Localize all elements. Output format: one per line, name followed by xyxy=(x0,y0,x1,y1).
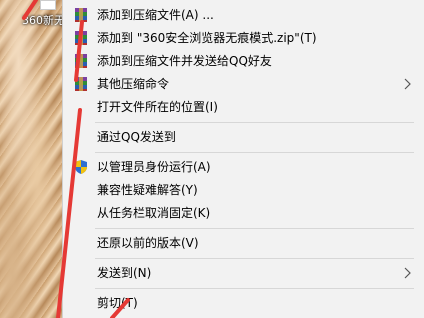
menu-separator xyxy=(95,152,414,153)
menu-item-label: 添加到压缩文件并发送给QQ好友 xyxy=(97,54,272,68)
menu-item-label: 兼容性疑难解答(Y) xyxy=(97,183,198,197)
menu-item-restore-previous-versions[interactable]: 还原以前的版本(V) xyxy=(63,232,424,254)
winrar-icon xyxy=(75,31,87,45)
menu-item-run-as-admin[interactable]: 以管理员身份运行(A) xyxy=(63,156,424,178)
menu-item-label: 添加到 "360安全浏览器无痕模式.zip"(T) xyxy=(97,31,317,45)
menu-item-label: 打开文件所在的位置(I) xyxy=(97,100,218,114)
chevron-right-icon xyxy=(404,78,411,90)
menu-item-send-via-qq[interactable]: 通过QQ发送到 xyxy=(63,126,424,148)
uac-shield-icon xyxy=(75,160,87,174)
context-menu: 添加到压缩文件(A) ... 添加到 "360安全浏览器无痕模式.zip"(T)… xyxy=(62,0,424,318)
desktop-shortcut-icon[interactable] xyxy=(40,0,56,10)
winrar-icon xyxy=(75,54,87,68)
menu-item-cut[interactable]: 剪切(T) xyxy=(63,292,424,314)
menu-item-label: 从任务栏取消固定(K) xyxy=(97,206,211,220)
desktop-shortcut-label[interactable]: 360新无 xyxy=(22,12,65,28)
menu-item-send-to[interactable]: 发送到(N) xyxy=(63,262,424,284)
menu-item-label: 发送到(N) xyxy=(97,266,152,280)
menu-item-label: 以管理员身份运行(A) xyxy=(97,160,211,174)
menu-item-unpin-from-taskbar[interactable]: 从任务栏取消固定(K) xyxy=(63,202,424,224)
menu-item-label: 还原以前的版本(V) xyxy=(97,236,199,250)
menu-separator xyxy=(95,122,414,123)
desktop-wallpaper: 360新无 xyxy=(0,0,65,318)
chevron-right-icon xyxy=(404,267,411,279)
menu-item-add-to-zip[interactable]: 添加到 "360安全浏览器无痕模式.zip"(T) xyxy=(63,27,424,49)
menu-item-label: 通过QQ发送到 xyxy=(97,130,176,144)
menu-separator xyxy=(95,288,414,289)
menu-item-troubleshoot-compatibility[interactable]: 兼容性疑难解答(Y) xyxy=(63,179,424,201)
menu-separator xyxy=(95,258,414,259)
winrar-icon xyxy=(75,77,87,91)
menu-item-other-compress-commands[interactable]: 其他压缩命令 xyxy=(63,73,424,95)
menu-item-open-file-location[interactable]: 打开文件所在的位置(I) xyxy=(63,96,424,118)
menu-item-compress-and-send-qq[interactable]: 添加到压缩文件并发送给QQ好友 xyxy=(63,50,424,72)
winrar-icon xyxy=(75,8,87,22)
menu-item-label: 添加到压缩文件(A) ... xyxy=(97,8,214,22)
menu-item-label: 其他压缩命令 xyxy=(97,77,170,91)
menu-separator xyxy=(95,228,414,229)
menu-item-add-to-archive[interactable]: 添加到压缩文件(A) ... xyxy=(63,4,424,26)
menu-item-label: 剪切(T) xyxy=(97,296,138,310)
